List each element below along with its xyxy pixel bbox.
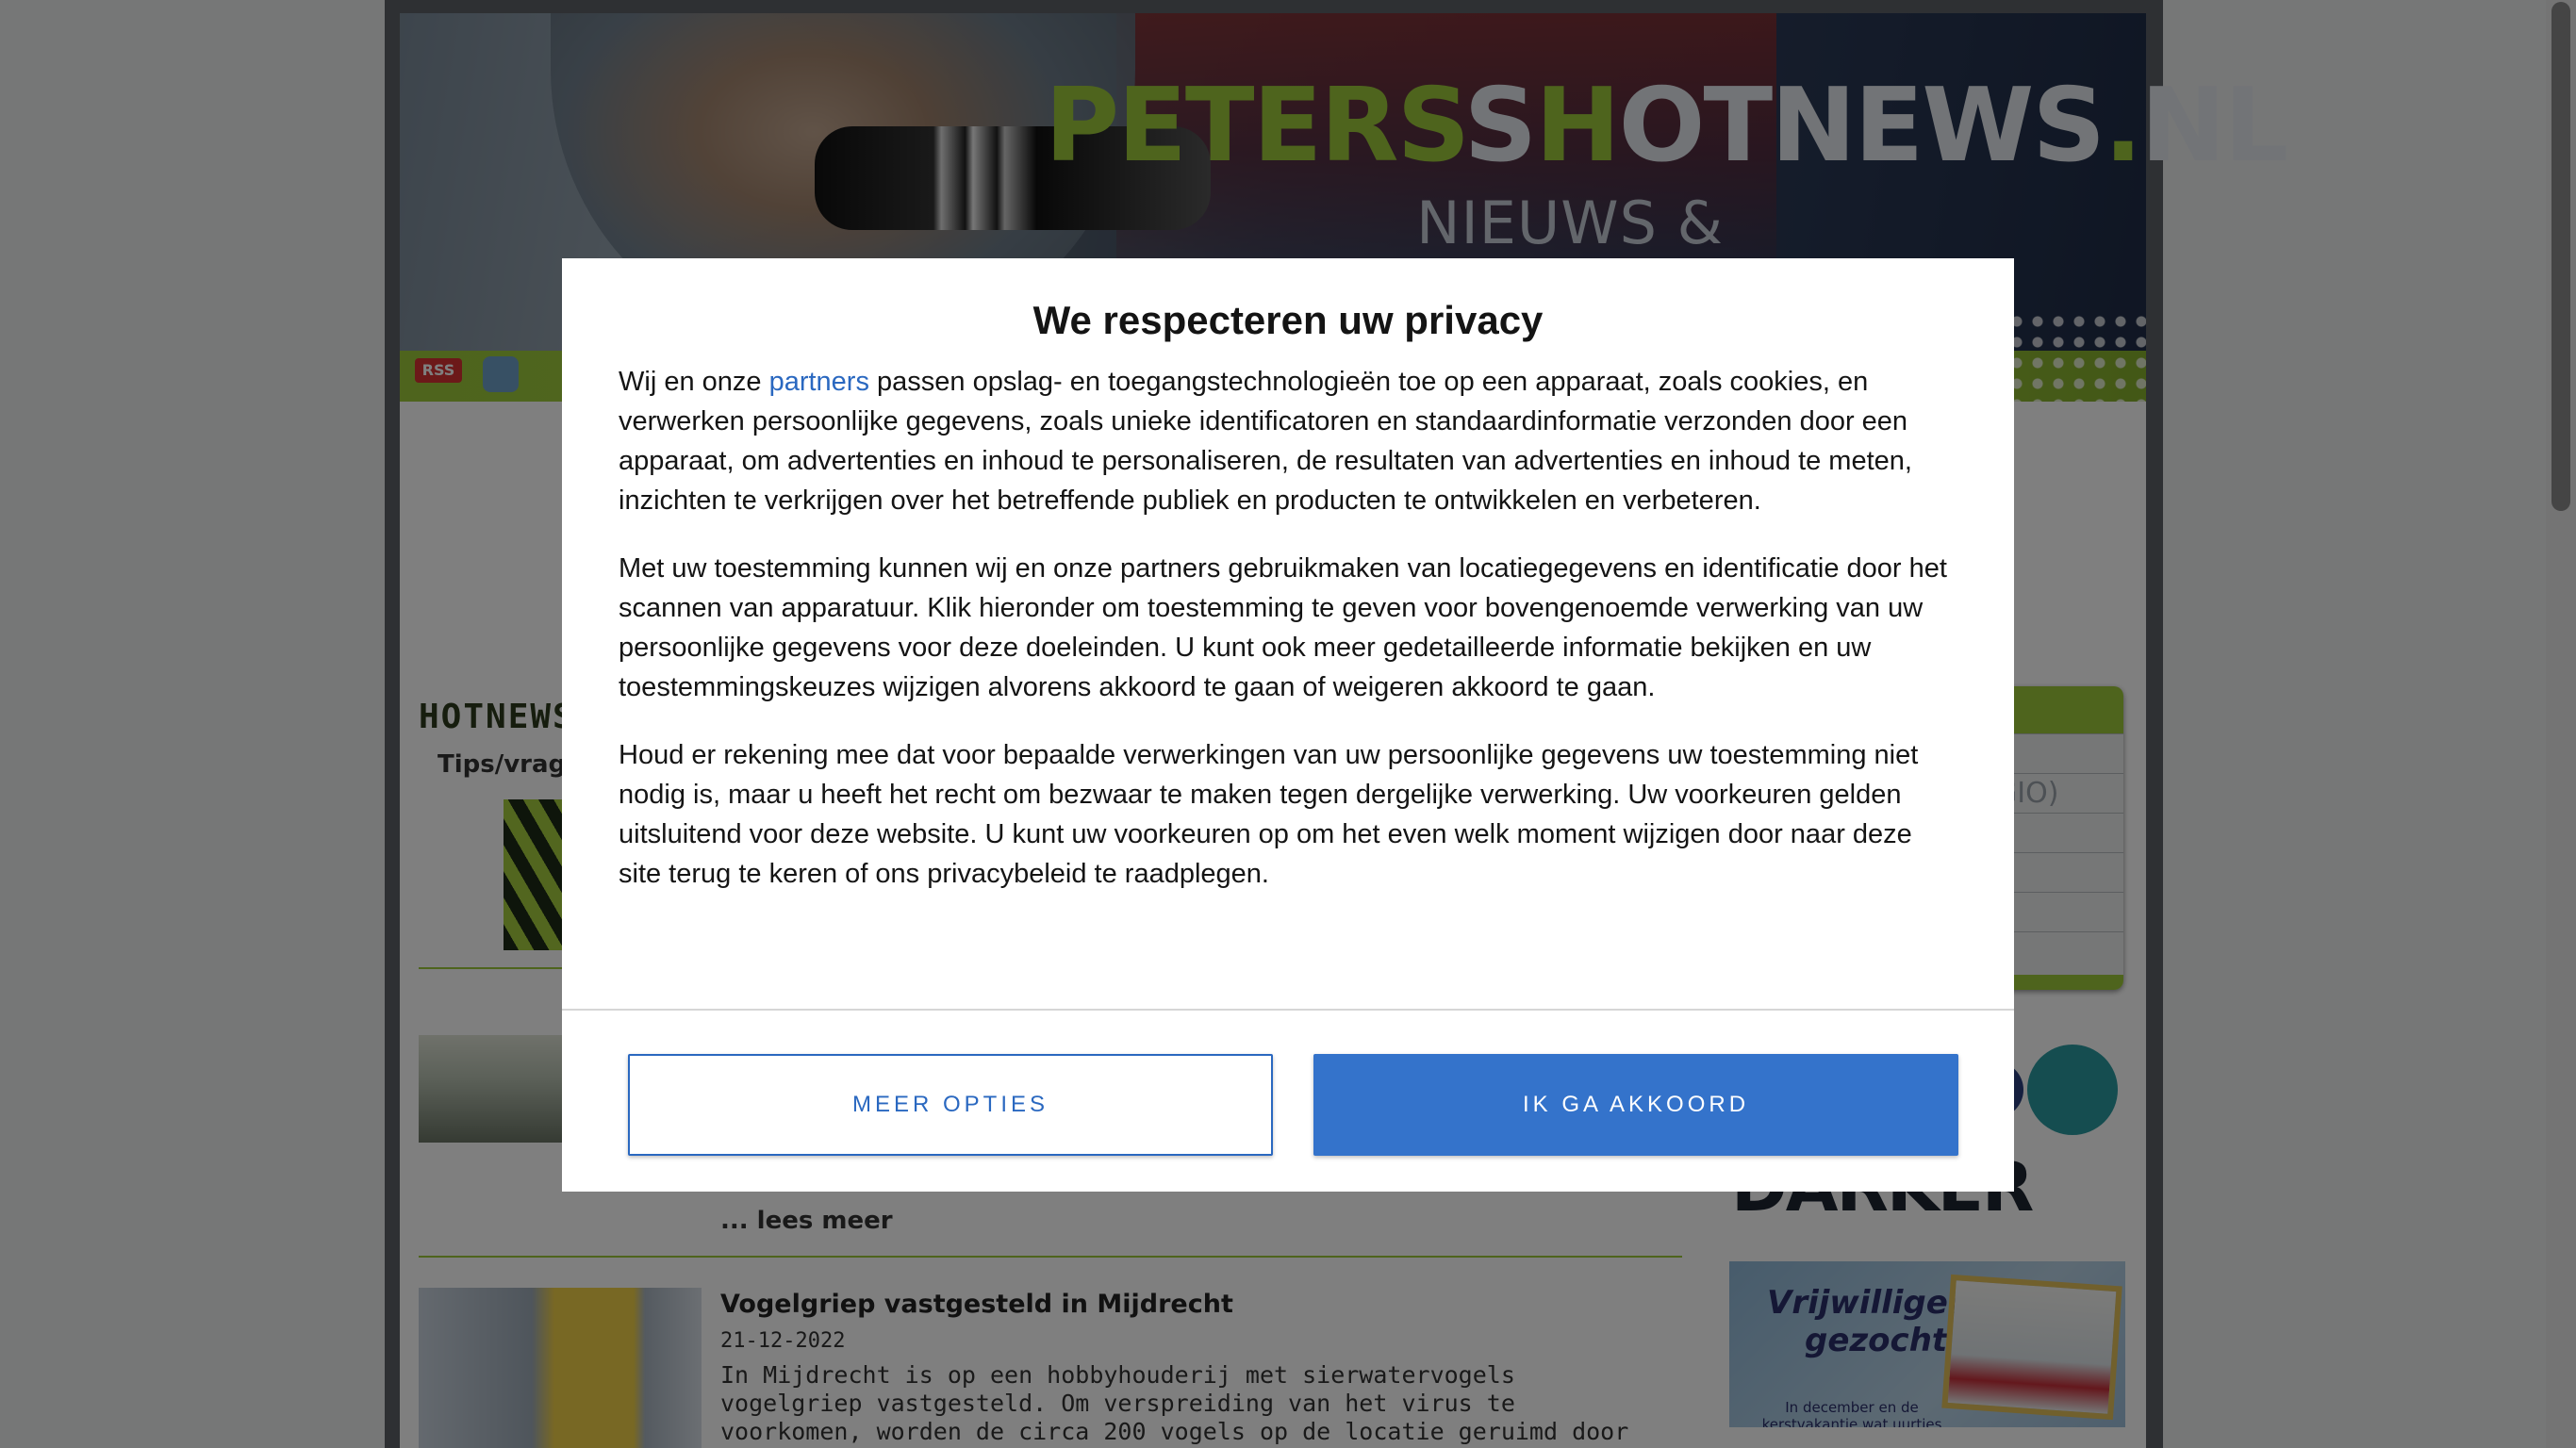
dialog-title: We respecteren uw privacy [1032,298,1544,342]
consent-text: Wij en onze [619,367,769,397]
consent-paragraph-2: Met uw toestemming kunnen wij en onze pa… [619,553,1947,702]
agree-button[interactable]: IK GA AKKOORD [1313,1054,1958,1156]
more-options-button[interactable]: MEER OPTIES [628,1054,1273,1156]
privacy-consent-dialog: We respecteren uw privacy Wij en onze pa… [562,258,2014,1192]
consent-paragraph-3: Houd er rekening mee dat voor bepaalde v… [619,740,1919,889]
dialog-divider [562,1009,2014,1011]
consent-paragraph-1: Wij en onze partners passen opslag- en t… [619,362,1957,520]
dialog-body: Wij en onze partners passen opslag- en t… [619,362,1957,922]
partners-link[interactable]: partners [769,367,869,397]
